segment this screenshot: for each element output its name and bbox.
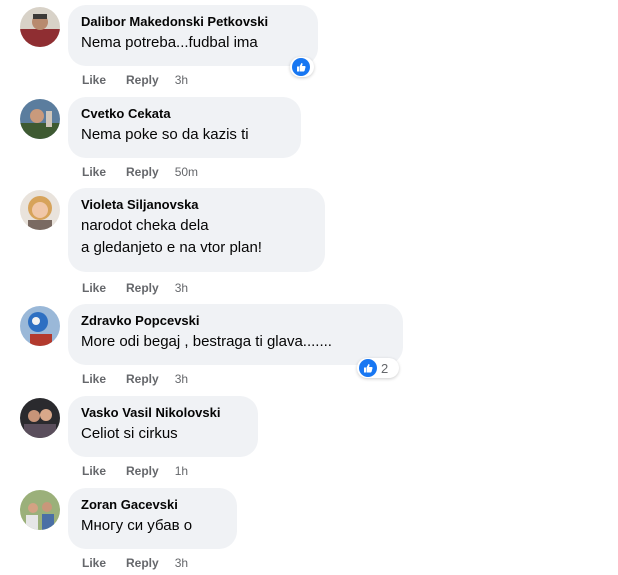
reaction-badge[interactable]	[290, 57, 314, 77]
comment-bubble: Cvetko Cekata Nema poke so da kazis ti	[68, 97, 301, 158]
like-button[interactable]: Like	[82, 371, 106, 387]
comment-timestamp[interactable]: 1h	[175, 463, 188, 479]
like-button[interactable]: Like	[82, 164, 106, 180]
avatar[interactable]	[20, 7, 60, 47]
comment-author[interactable]: Vasko Vasil Nikolovski	[81, 405, 244, 421]
reply-button[interactable]: Reply	[126, 371, 159, 387]
comment-text: Celiot si cirkus	[81, 425, 178, 442]
avatar[interactable]	[20, 398, 60, 438]
comment-text: narodot cheka dela a gledanjeto e na vto…	[81, 217, 262, 256]
reply-button[interactable]: Reply	[126, 555, 159, 571]
comment-timestamp[interactable]: 3h	[175, 72, 188, 88]
like-button[interactable]: Like	[82, 463, 106, 479]
reaction-badge[interactable]: 2	[357, 358, 399, 378]
reply-button[interactable]: Reply	[126, 164, 159, 180]
like-button[interactable]: Like	[82, 280, 106, 296]
like-button[interactable]: Like	[82, 555, 106, 571]
avatar[interactable]	[20, 490, 60, 530]
avatar[interactable]	[20, 306, 60, 346]
comment-actions: Like Reply 3h	[82, 72, 188, 88]
comment-actions: Like Reply 3h	[82, 555, 188, 571]
comment-author[interactable]: Dalibor Makedonski Petkovski	[81, 14, 304, 30]
reply-button[interactable]: Reply	[126, 463, 159, 479]
comment-actions: Like Reply 50m	[82, 164, 198, 180]
comment-timestamp[interactable]: 3h	[175, 555, 188, 571]
avatar[interactable]	[20, 99, 60, 139]
reply-button[interactable]: Reply	[126, 72, 159, 88]
like-icon	[359, 359, 377, 377]
reaction-count: 2	[381, 360, 389, 376]
comment-text: Многу си убав о	[81, 517, 193, 534]
comment-author[interactable]: Violeta Siljanovska	[81, 197, 311, 213]
comment-timestamp[interactable]: 50m	[175, 164, 198, 180]
comment-timestamp[interactable]: 3h	[175, 371, 188, 387]
comment-author[interactable]: Zdravko Popcevski	[81, 313, 389, 329]
comment-bubble: Violeta Siljanovska narodot cheka dela a…	[68, 188, 325, 272]
comment-text: More odi begaj , bestraga ti glava......…	[81, 333, 332, 350]
comment-actions: Like Reply 3h	[82, 280, 188, 296]
comment-actions: Like Reply 1h	[82, 463, 188, 479]
reply-button[interactable]: Reply	[126, 280, 159, 296]
comment-bubble: Zoran Gacevski Многу си убав о	[68, 488, 237, 549]
comment-text: Nema potreba...fudbal ima	[81, 34, 258, 51]
comment-author[interactable]: Cvetko Cekata	[81, 106, 287, 122]
comment-bubble: Dalibor Makedonski Petkovski Nema potreb…	[68, 5, 318, 66]
comment-author[interactable]: Zoran Gacevski	[81, 497, 223, 513]
comment-bubble: Zdravko Popcevski More odi begaj , bestr…	[68, 304, 403, 365]
comment-bubble: Vasko Vasil Nikolovski Celiot si cirkus	[68, 396, 258, 457]
comment-timestamp[interactable]: 3h	[175, 280, 188, 296]
avatar[interactable]	[20, 190, 60, 230]
like-icon	[292, 58, 310, 76]
comment-actions: Like Reply 3h	[82, 371, 188, 387]
comment-text: Nema poke so da kazis ti	[81, 126, 249, 143]
like-button[interactable]: Like	[82, 72, 106, 88]
